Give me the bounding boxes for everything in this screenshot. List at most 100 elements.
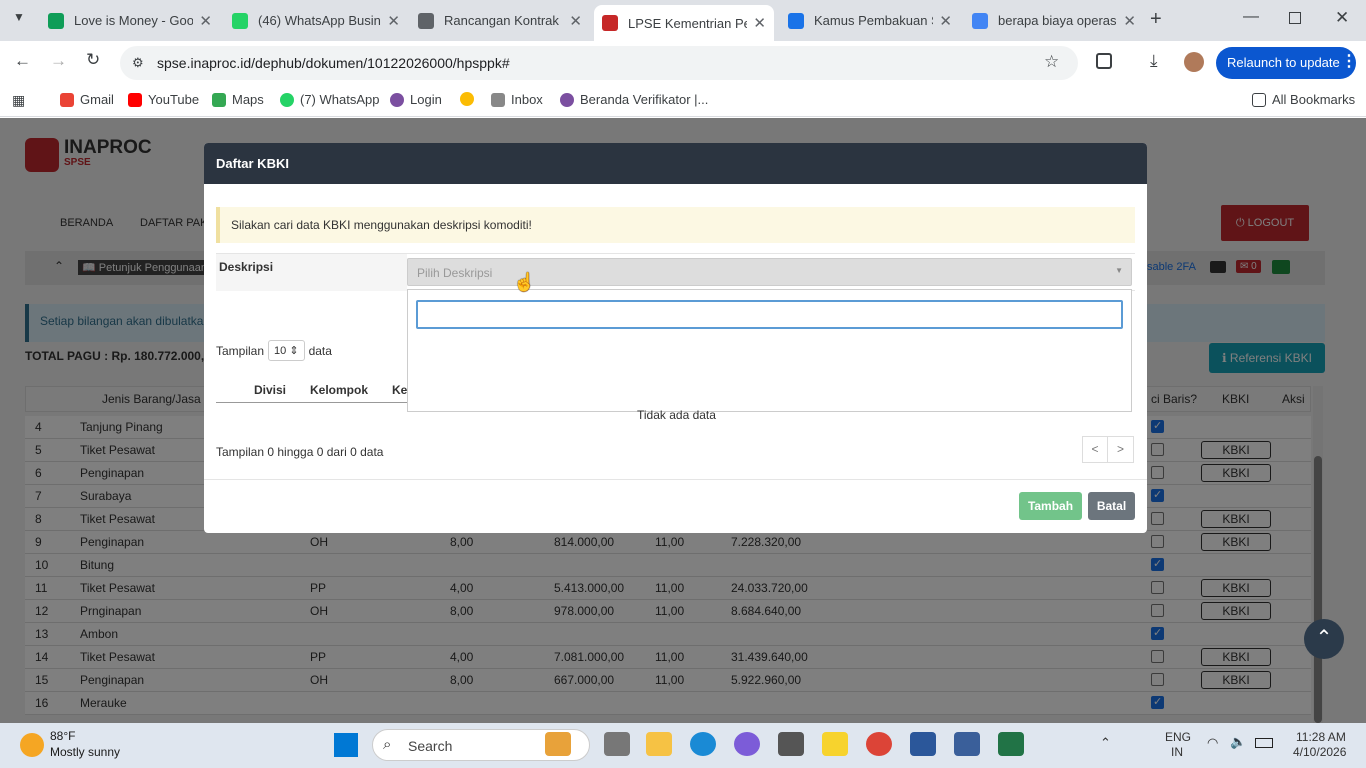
tab-6[interactable]: berapa biaya operasi ✕ xyxy=(964,5,1144,36)
close-icon[interactable]: ✕ xyxy=(387,12,400,30)
weather-desc[interactable]: Mostly sunny xyxy=(50,745,120,759)
windows-taskbar: 88°F Mostly sunny ⌕ Search ⌃ ENG IN ◠ 🔈 … xyxy=(0,723,1366,768)
menu-dots-icon[interactable]: ⋮ xyxy=(1341,51,1357,71)
search-label: Search xyxy=(408,738,453,754)
tab-4-active[interactable]: LPSE Kementrian Perh ✕ xyxy=(594,5,774,41)
tab-3[interactable]: Rancangan Kontrak P ✕ xyxy=(410,5,590,36)
bookmark-gmail[interactable]: Gmail xyxy=(60,92,114,107)
tambah-button[interactable]: Tambah xyxy=(1019,492,1082,520)
task-view-icon[interactable] xyxy=(604,732,630,756)
battery-icon[interactable] xyxy=(1255,738,1273,748)
apps-icon[interactable]: ▦ xyxy=(12,92,25,109)
extensions-icon[interactable] xyxy=(1096,53,1112,69)
tab-list-chevron-icon[interactable]: ▼ xyxy=(8,10,30,30)
reload-icon[interactable]: ↻ xyxy=(86,50,100,70)
close-icon[interactable]: ✕ xyxy=(753,14,766,32)
batal-button[interactable]: Batal xyxy=(1088,492,1135,520)
edge-icon[interactable] xyxy=(690,732,716,756)
wifi-icon[interactable]: ◠ xyxy=(1207,735,1218,751)
next-page-button[interactable]: > xyxy=(1108,436,1134,463)
deskripsi-label: Deskripsi xyxy=(219,260,274,274)
tab-2[interactable]: (46) WhatsApp Busine ✕ xyxy=(224,5,408,36)
copilot-icon[interactable] xyxy=(734,732,760,756)
tab-title: berapa biaya operasi xyxy=(998,13,1118,28)
download-icon[interactable]: ⤓ xyxy=(1150,51,1158,71)
bookmark-maps[interactable]: Maps xyxy=(212,92,264,107)
relaunch-button[interactable]: Relaunch to update xyxy=(1216,47,1356,79)
gmail-icon xyxy=(60,92,74,107)
kbki-table-header: Divisi Kelompok Ke xyxy=(216,379,407,403)
close-icon[interactable]: ✕ xyxy=(939,12,952,30)
whatsapp-icon xyxy=(232,12,248,29)
tab-title: Rancangan Kontrak P xyxy=(444,13,564,28)
all-bookmarks[interactable]: All Bookmarks xyxy=(1252,92,1355,107)
url-text: spse.inaproc.id/dephub/dokumen/101220260… xyxy=(157,55,510,71)
lang-eng[interactable]: ENG xyxy=(1165,730,1191,744)
tampilan-prefix: Tampilan xyxy=(216,343,265,358)
all-bookmarks-label: All Bookmarks xyxy=(1272,92,1356,107)
bookmark-label: YouTube xyxy=(148,92,200,107)
page-size-select[interactable]: 10 ⇕ xyxy=(268,340,305,361)
widgets-icon[interactable] xyxy=(545,732,571,756)
sheets-icon xyxy=(48,12,64,29)
tab-title: LPSE Kementrian Perh xyxy=(628,15,748,31)
calculator-icon[interactable] xyxy=(954,732,980,756)
excel-icon[interactable] xyxy=(998,732,1024,756)
chrome-icon[interactable] xyxy=(866,732,892,756)
bookmark-inbox[interactable]: Inbox xyxy=(491,92,543,107)
tab-5[interactable]: Kamus Pembakuan Sta ✕ xyxy=(780,5,960,36)
close-window-icon[interactable]: ✕ xyxy=(1335,8,1349,28)
bookmark-label: Inbox xyxy=(511,92,543,107)
bookmark-photos[interactable] xyxy=(460,92,480,106)
bookmark-whatsapp[interactable]: (7) WhatsApp xyxy=(280,92,379,107)
sticky-notes-icon[interactable] xyxy=(822,732,848,756)
bookmark-label: Gmail xyxy=(80,92,114,107)
tab-title: (46) WhatsApp Busine xyxy=(258,13,382,28)
scroll-to-top-button[interactable]: ⌃ xyxy=(1304,619,1344,659)
tampilan-control: Tampilan 10 ⇕ data xyxy=(216,340,332,361)
restore-icon[interactable] xyxy=(1289,12,1301,24)
bookmark-beranda[interactable]: Beranda Verifikator |... xyxy=(560,92,708,107)
clock-date[interactable]: 4/10/2026 xyxy=(1293,745,1346,759)
mouse-cursor-icon: ☝ xyxy=(513,272,536,292)
caret-up-icon[interactable]: ⌃ xyxy=(1100,735,1111,751)
lang-in[interactable]: IN xyxy=(1171,745,1183,759)
bookmark-login[interactable]: Login xyxy=(390,92,442,107)
back-icon[interactable]: ← xyxy=(14,51,31,71)
mail-icon xyxy=(491,92,505,107)
col-ke[interactable]: Ke xyxy=(392,383,407,397)
select-dropdown xyxy=(407,289,1132,412)
col-divisi[interactable]: Divisi xyxy=(254,383,286,397)
tab-1[interactable]: Love is Money - Goog ✕ xyxy=(40,5,220,36)
tab-bar: ▼ Love is Money - Goog ✕ (46) WhatsApp B… xyxy=(0,0,1366,41)
page-size-value: 10 xyxy=(274,345,287,357)
bookmark-youtube[interactable]: YouTube xyxy=(128,92,199,107)
start-icon[interactable] xyxy=(334,733,358,757)
alert-box: Silakan cari data KBKI menggunakan deskr… xyxy=(216,207,1135,243)
word-icon[interactable] xyxy=(910,732,936,756)
table-info: Tampilan 0 hingga 0 dari 0 data xyxy=(216,445,384,459)
file-explorer-icon[interactable] xyxy=(646,732,672,756)
select-search-input[interactable] xyxy=(416,300,1123,329)
minimize-icon[interactable]: — xyxy=(1243,8,1259,26)
close-icon[interactable]: ✕ xyxy=(1123,12,1136,30)
chevron-down-icon: ▼ xyxy=(1115,266,1123,275)
weather-icon[interactable] xyxy=(20,733,44,757)
clock-time[interactable]: 11:28 AM xyxy=(1296,730,1346,744)
camera-icon[interactable] xyxy=(778,732,804,756)
forward-icon[interactable]: → xyxy=(50,51,67,71)
close-icon[interactable]: ✕ xyxy=(199,12,212,30)
tab-title: Kamus Pembakuan Sta xyxy=(814,13,933,28)
close-icon[interactable]: ✕ xyxy=(569,12,582,30)
address-bar[interactable]: ⚙ spse.inaproc.id/dephub/dokumen/1012202… xyxy=(120,46,1078,80)
weather-temp[interactable]: 88°F xyxy=(50,729,75,743)
prev-page-button[interactable]: < xyxy=(1082,436,1108,463)
site-info-icon[interactable]: ⚙ xyxy=(132,55,144,71)
new-tab-icon[interactable]: + xyxy=(1150,8,1162,31)
col-kelompok[interactable]: Kelompok xyxy=(310,383,368,397)
volume-icon[interactable]: 🔈 xyxy=(1230,734,1246,750)
lpse-icon xyxy=(602,15,618,31)
globe-icon xyxy=(418,12,434,29)
avatar[interactable] xyxy=(1184,52,1204,72)
bookmark-star-icon[interactable]: ☆ xyxy=(1044,52,1059,72)
